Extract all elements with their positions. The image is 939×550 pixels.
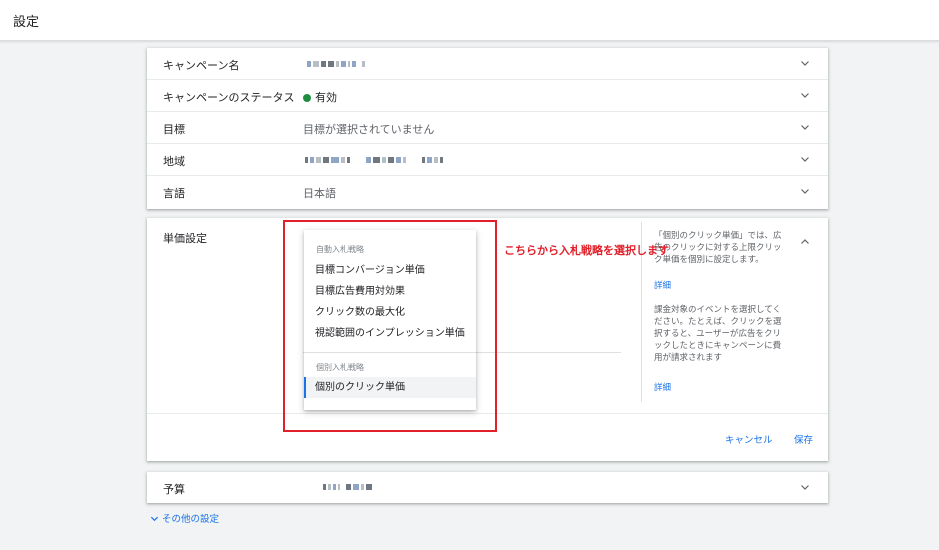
settings-card: キャンペーン名 キャンペーンのステータス 有効 目標 目標が選択されていません … [147, 48, 828, 209]
chevron-down-icon[interactable] [800, 482, 810, 492]
bid-strategy-label: 単価設定 [163, 232, 207, 245]
help-text-1: 「個別のクリック単価」では、広告のクリックに対する上限クリック単価を個別に設定し… [654, 231, 782, 265]
save-button[interactable]: 保存 [794, 432, 813, 446]
chevron-down-icon[interactable] [800, 186, 810, 196]
more-settings-label: その他の設定 [162, 514, 220, 525]
status-active-dot-icon [303, 94, 311, 102]
language-value: 日本語 [303, 187, 336, 200]
row-label: キャンペーンのステータス [163, 91, 295, 104]
row-goal[interactable]: 目標 目標が選択されていません [147, 112, 828, 144]
budget-label: 予算 [163, 483, 185, 496]
page-title: 設定 [13, 15, 40, 30]
redacted-location [305, 156, 443, 164]
row-language[interactable]: 言語 日本語 [147, 176, 828, 208]
goal-value: 目標が選択されていません [303, 123, 435, 136]
redacted-budget [323, 483, 372, 491]
redacted-campaign-name [307, 60, 365, 68]
help-link-details-1[interactable]: 詳細 [654, 280, 671, 292]
row-label: 地域 [163, 155, 185, 168]
chevron-down-icon[interactable] [800, 90, 810, 100]
row-campaign-name[interactable]: キャンペーン名 [147, 48, 828, 80]
status-text: 有効 [315, 91, 337, 104]
top-bar: 設定 [0, 0, 939, 41]
chevron-up-icon[interactable] [800, 232, 810, 244]
status-value: 有効 [303, 89, 337, 105]
annotation-text: こちらから入札戦略を選択します [504, 244, 669, 257]
help-link-details-2[interactable]: 詳細 [654, 382, 671, 394]
row-location[interactable]: 地域 [147, 144, 828, 176]
help-text-2: 課金対象のイベントを選択してください。たとえば、クリックを選択すると、ユーザーが… [654, 305, 782, 363]
chevron-down-icon[interactable] [800, 154, 810, 164]
row-label: キャンペーン名 [163, 59, 240, 72]
chevron-down-icon[interactable] [800, 122, 810, 132]
budget-card[interactable]: 予算 [147, 472, 828, 503]
row-label: 目標 [163, 123, 185, 136]
row-campaign-status[interactable]: キャンペーンのステータス 有効 [147, 80, 828, 112]
cancel-button[interactable]: キャンセル [725, 432, 773, 446]
more-settings-link[interactable]: その他の設定 [150, 511, 219, 525]
annotation-highlight-box [283, 220, 497, 432]
chevron-down-icon [150, 516, 159, 522]
row-label: 言語 [163, 187, 185, 200]
chevron-down-icon[interactable] [800, 58, 810, 68]
